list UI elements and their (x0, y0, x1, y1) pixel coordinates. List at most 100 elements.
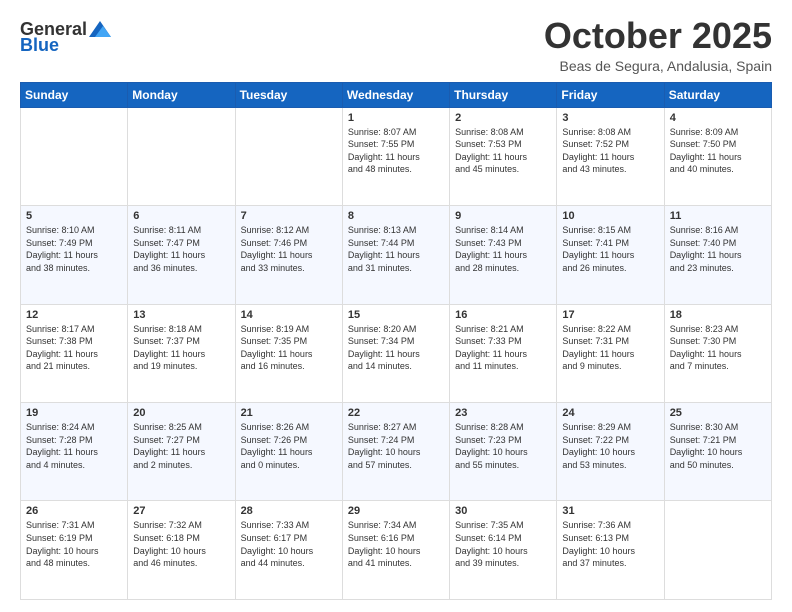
day-info: Sunrise: 8:29 AM Sunset: 7:22 PM Dayligh… (562, 421, 658, 471)
calendar-cell: 15 Sunrise: 8:20 AM Sunset: 7:34 PM Dayli… (342, 304, 449, 402)
day-info: Sunrise: 8:17 AM Sunset: 7:38 PM Dayligh… (26, 323, 122, 373)
day-info: Sunrise: 8:12 AM Sunset: 7:46 PM Dayligh… (241, 224, 337, 274)
day-info: Sunrise: 8:13 AM Sunset: 7:44 PM Dayligh… (348, 224, 444, 274)
day-number: 26 (26, 505, 122, 517)
day-info: Sunrise: 8:11 AM Sunset: 7:47 PM Dayligh… (133, 224, 229, 274)
day-number: 12 (26, 309, 122, 321)
day-info: Sunrise: 8:09 AM Sunset: 7:50 PM Dayligh… (670, 126, 766, 176)
logo-icon (89, 21, 111, 37)
calendar-cell: 26 Sunrise: 7:31 AM Sunset: 6:19 PM Dayli… (21, 501, 128, 600)
day-number: 21 (241, 407, 337, 419)
calendar-cell: 31Sunrise: 7:36 AM Sunset: 6:13 PM Dayli… (557, 501, 664, 600)
calendar-cell: 5 Sunrise: 8:10 AM Sunset: 7:49 PM Daylig… (21, 206, 128, 304)
day-info: Sunrise: 8:30 AM Sunset: 7:21 PM Dayligh… (670, 421, 766, 471)
day-number: 13 (133, 309, 229, 321)
logo: General Blue (20, 20, 111, 54)
month-title: October 2025 (544, 16, 772, 56)
day-number: 29 (348, 505, 444, 517)
day-number: 17 (562, 309, 658, 321)
day-info: Sunrise: 8:15 AM Sunset: 7:41 PM Dayligh… (562, 224, 658, 274)
calendar-cell (664, 501, 771, 600)
col-friday: Friday (557, 82, 664, 107)
day-number: 24 (562, 407, 658, 419)
header: General Blue October 2025 Beas de Segura… (20, 16, 772, 74)
calendar-cell: 29Sunrise: 7:34 AM Sunset: 6:16 PM Dayli… (342, 501, 449, 600)
day-number: 6 (133, 210, 229, 222)
day-info: Sunrise: 8:07 AM Sunset: 7:55 PM Dayligh… (348, 126, 444, 176)
day-info: Sunrise: 8:27 AM Sunset: 7:24 PM Dayligh… (348, 421, 444, 471)
day-number: 9 (455, 210, 551, 222)
col-thursday: Thursday (450, 82, 557, 107)
calendar-cell: 23Sunrise: 8:28 AM Sunset: 7:23 PM Dayli… (450, 403, 557, 501)
day-info: Sunrise: 8:23 AM Sunset: 7:30 PM Dayligh… (670, 323, 766, 373)
day-info: Sunrise: 8:24 AM Sunset: 7:28 PM Dayligh… (26, 421, 122, 471)
day-info: Sunrise: 7:33 AM Sunset: 6:17 PM Dayligh… (241, 519, 337, 569)
day-number: 20 (133, 407, 229, 419)
page: General Blue October 2025 Beas de Segura… (0, 0, 792, 612)
calendar-cell: 18Sunrise: 8:23 AM Sunset: 7:30 PM Dayli… (664, 304, 771, 402)
calendar-header-row: Sunday Monday Tuesday Wednesday Thursday… (21, 82, 772, 107)
calendar-cell: 19 Sunrise: 8:24 AM Sunset: 7:28 PM Dayli… (21, 403, 128, 501)
day-number: 30 (455, 505, 551, 517)
col-tuesday: Tuesday (235, 82, 342, 107)
calendar-cell: 22 Sunrise: 8:27 AM Sunset: 7:24 PM Dayli… (342, 403, 449, 501)
col-sunday: Sunday (21, 82, 128, 107)
day-number: 8 (348, 210, 444, 222)
day-info: Sunrise: 7:31 AM Sunset: 6:19 PM Dayligh… (26, 519, 122, 569)
day-info: Sunrise: 8:20 AM Sunset: 7:34 PM Dayligh… (348, 323, 444, 373)
day-number: 15 (348, 309, 444, 321)
calendar-cell: 10 Sunrise: 8:15 AM Sunset: 7:41 PM Dayli… (557, 206, 664, 304)
day-number: 5 (26, 210, 122, 222)
day-info: Sunrise: 8:18 AM Sunset: 7:37 PM Dayligh… (133, 323, 229, 373)
day-number: 10 (562, 210, 658, 222)
calendar-cell: 9Sunrise: 8:14 AM Sunset: 7:43 PM Daylig… (450, 206, 557, 304)
day-info: Sunrise: 7:35 AM Sunset: 6:14 PM Dayligh… (455, 519, 551, 569)
day-number: 14 (241, 309, 337, 321)
calendar-cell: 1 Sunrise: 8:07 AM Sunset: 7:55 PM Daylig… (342, 107, 449, 205)
col-monday: Monday (128, 82, 235, 107)
day-number: 4 (670, 112, 766, 124)
logo-blue-text: Blue (20, 36, 59, 54)
day-number: 16 (455, 309, 551, 321)
day-info: Sunrise: 8:22 AM Sunset: 7:31 PM Dayligh… (562, 323, 658, 373)
calendar-cell: 21 Sunrise: 8:26 AM Sunset: 7:26 PM Dayli… (235, 403, 342, 501)
calendar-cell: 13 Sunrise: 8:18 AM Sunset: 7:37 PM Dayli… (128, 304, 235, 402)
day-number: 3 (562, 112, 658, 124)
calendar-cell: 14 Sunrise: 8:19 AM Sunset: 7:35 PM Dayli… (235, 304, 342, 402)
calendar-cell: 11Sunrise: 8:16 AM Sunset: 7:40 PM Dayli… (664, 206, 771, 304)
day-info: Sunrise: 8:08 AM Sunset: 7:52 PM Dayligh… (562, 126, 658, 176)
day-info: Sunrise: 7:32 AM Sunset: 6:18 PM Dayligh… (133, 519, 229, 569)
day-info: Sunrise: 8:26 AM Sunset: 7:26 PM Dayligh… (241, 421, 337, 471)
calendar-cell: 17 Sunrise: 8:22 AM Sunset: 7:31 PM Dayli… (557, 304, 664, 402)
day-info: Sunrise: 8:19 AM Sunset: 7:35 PM Dayligh… (241, 323, 337, 373)
day-number: 28 (241, 505, 337, 517)
day-number: 27 (133, 505, 229, 517)
day-info: Sunrise: 8:08 AM Sunset: 7:53 PM Dayligh… (455, 126, 551, 176)
calendar-cell (21, 107, 128, 205)
day-number: 25 (670, 407, 766, 419)
week-row-0: 1 Sunrise: 8:07 AM Sunset: 7:55 PM Daylig… (21, 107, 772, 205)
calendar-cell: 12 Sunrise: 8:17 AM Sunset: 7:38 PM Dayli… (21, 304, 128, 402)
calendar-cell: 4 Sunrise: 8:09 AM Sunset: 7:50 PM Daylig… (664, 107, 771, 205)
day-number: 7 (241, 210, 337, 222)
title-block: October 2025 Beas de Segura, Andalusia, … (544, 16, 772, 74)
day-info: Sunrise: 8:28 AM Sunset: 7:23 PM Dayligh… (455, 421, 551, 471)
calendar-cell: 3 Sunrise: 8:08 AM Sunset: 7:52 PM Daylig… (557, 107, 664, 205)
day-number: 31 (562, 505, 658, 517)
day-info: Sunrise: 8:10 AM Sunset: 7:49 PM Dayligh… (26, 224, 122, 274)
calendar-cell: 6 Sunrise: 8:11 AM Sunset: 7:47 PM Daylig… (128, 206, 235, 304)
calendar-cell: 30 Sunrise: 7:35 AM Sunset: 6:14 PM Dayli… (450, 501, 557, 600)
calendar-cell: 16 Sunrise: 8:21 AM Sunset: 7:33 PM Dayli… (450, 304, 557, 402)
col-saturday: Saturday (664, 82, 771, 107)
week-row-3: 19 Sunrise: 8:24 AM Sunset: 7:28 PM Dayli… (21, 403, 772, 501)
day-info: Sunrise: 8:21 AM Sunset: 7:33 PM Dayligh… (455, 323, 551, 373)
day-number: 19 (26, 407, 122, 419)
week-row-1: 5 Sunrise: 8:10 AM Sunset: 7:49 PM Daylig… (21, 206, 772, 304)
calendar-cell: 27 Sunrise: 7:32 AM Sunset: 6:18 PM Dayli… (128, 501, 235, 600)
calendar-table: Sunday Monday Tuesday Wednesday Thursday… (20, 82, 772, 600)
calendar-cell: 2 Sunrise: 8:08 AM Sunset: 7:53 PM Daylig… (450, 107, 557, 205)
day-number: 22 (348, 407, 444, 419)
day-number: 2 (455, 112, 551, 124)
day-number: 1 (348, 112, 444, 124)
calendar-cell (128, 107, 235, 205)
